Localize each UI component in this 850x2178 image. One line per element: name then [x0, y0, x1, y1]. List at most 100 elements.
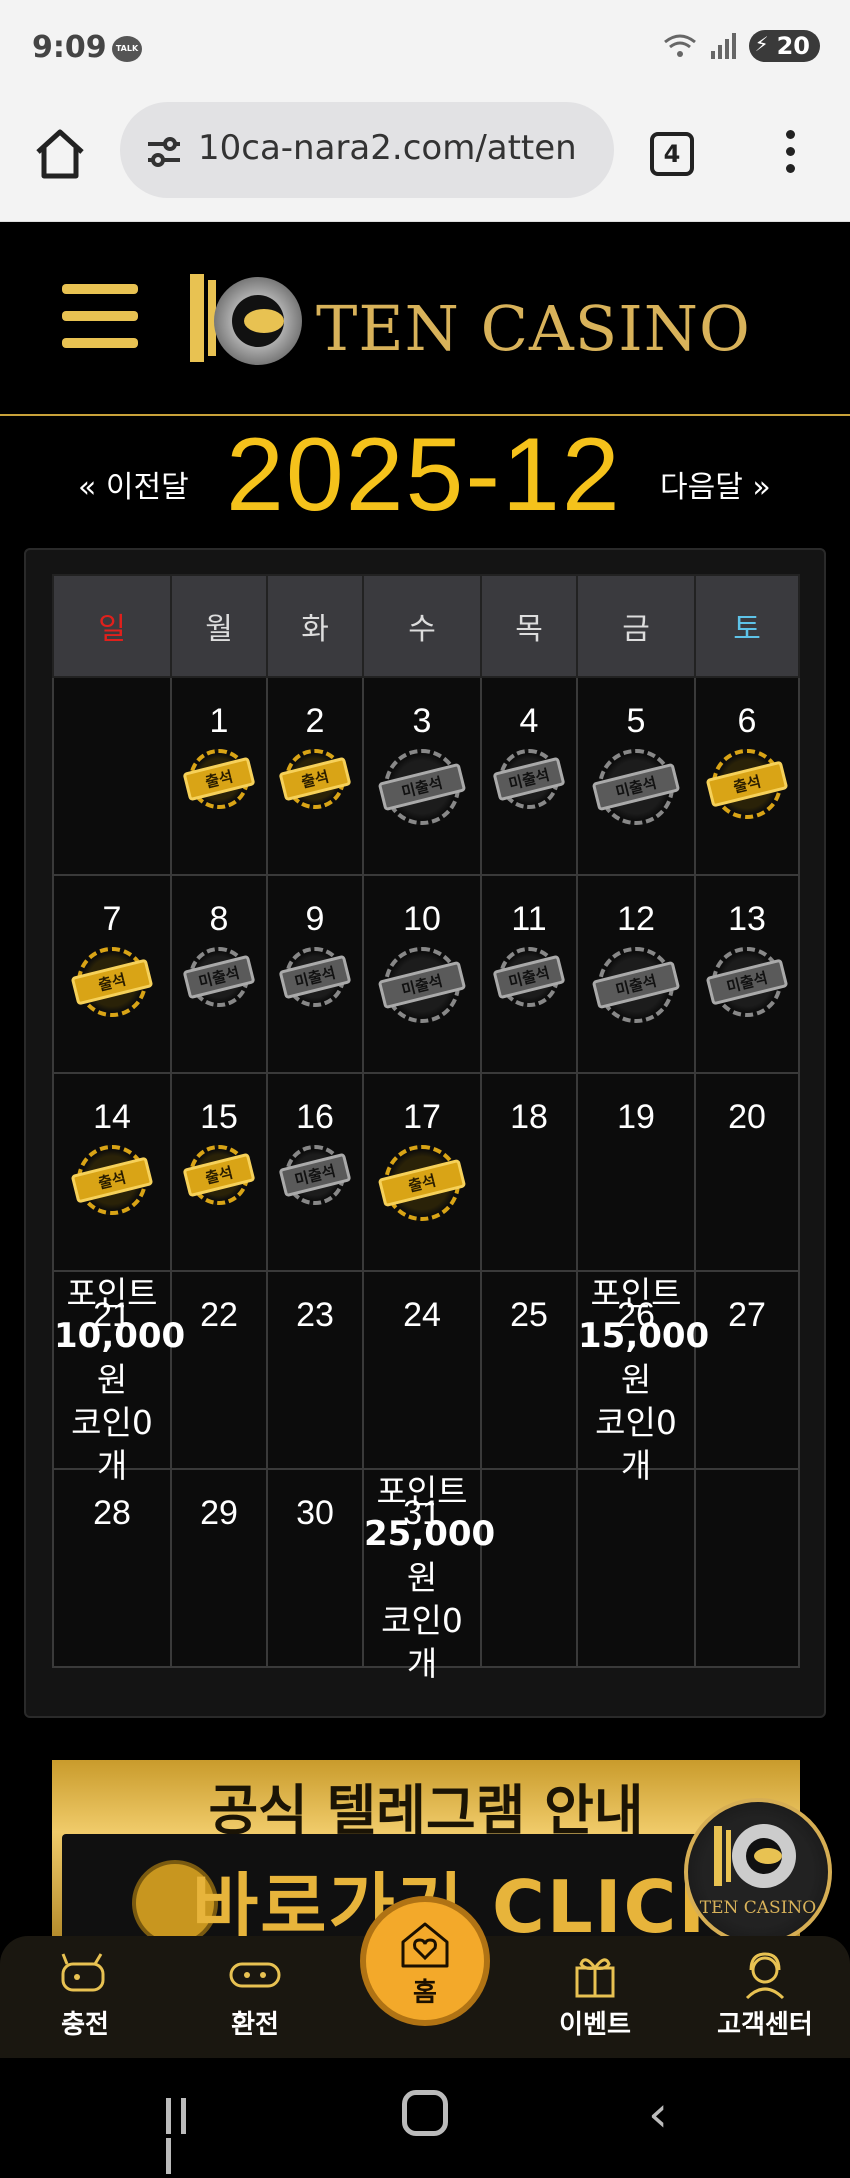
calendar-day-cell[interactable]: 9 미출석	[266, 874, 364, 1074]
stamp-label: 미출석	[492, 954, 566, 1000]
calendar-day-cell[interactable]: 15 출석	[170, 1072, 268, 1272]
exchange-icon	[229, 1962, 281, 1988]
day-number: 30	[296, 1494, 334, 1532]
calendar-week-row: 14 출석 15 출석 16 미출석 17 출석 18 19 20	[52, 1072, 800, 1272]
charge-icon	[61, 1953, 105, 1992]
calendar-day-cell[interactable]: 6 출석	[694, 676, 800, 876]
calendar-day-cell	[52, 676, 172, 876]
stamp-label: 출석	[278, 756, 352, 802]
next-month-link[interactable]: 다음달 »	[660, 462, 771, 506]
nav-exchange-label: 환전	[231, 2010, 279, 2040]
day-number: 27	[728, 1296, 766, 1334]
calendar-day-cell[interactable]: 28	[52, 1468, 172, 1668]
floating-logo-button[interactable]: TEN CASINO	[684, 1798, 832, 1946]
reward-amount: 15,000	[578, 1316, 710, 1356]
site-logo[interactable]: TEN CASINO	[186, 266, 750, 376]
calendar-day-cell	[480, 1468, 578, 1668]
calendar-day-cell[interactable]: 26 포인트 15,000 원 코인0 개	[576, 1270, 710, 1485]
calendar-day-cell[interactable]: 4 미출석	[480, 676, 578, 876]
day-number: 3	[412, 702, 432, 740]
absent-stamp-icon: 미출석	[278, 1145, 352, 1205]
reward-unit: 원	[96, 1360, 128, 1399]
calendar-day-cell[interactable]: 10 미출석	[362, 874, 482, 1074]
attended-stamp-icon: 출석	[70, 947, 154, 1017]
calendar-day-cell[interactable]: 8 미출석	[170, 874, 268, 1074]
calendar-day-cell[interactable]: 17 출석	[362, 1072, 482, 1272]
recent-apps-icon[interactable]	[166, 2098, 208, 2174]
site-header: TEN CASINO	[0, 222, 850, 416]
nav-home-button[interactable]: 홈	[360, 1896, 490, 2026]
home-icon[interactable]	[30, 124, 90, 184]
stamp-label: 출석	[705, 760, 789, 808]
day-number: 7	[102, 900, 122, 938]
more-menu-icon[interactable]	[780, 126, 800, 186]
calendar-day-cell[interactable]: 11 미출석	[480, 874, 578, 1074]
day-number: 23	[296, 1296, 334, 1334]
stamp-label: 미출석	[591, 960, 681, 1010]
nav-support[interactable]: 고객센터	[700, 1936, 830, 2058]
day-number: 17	[403, 1098, 441, 1136]
stamp-label: 출석	[182, 756, 256, 802]
attended-stamp-icon: 출석	[377, 1145, 467, 1221]
stamp-label: 미출석	[377, 960, 467, 1010]
stamp-label: 미출석	[591, 762, 681, 812]
calendar-day-cell[interactable]: 24	[362, 1270, 482, 1470]
day-number: 5	[626, 702, 646, 740]
day-number: 1	[209, 702, 229, 740]
calendar-day-cell[interactable]: 2 출석	[266, 676, 364, 876]
calendar-day-cell[interactable]: 14 출석	[52, 1072, 172, 1272]
calendar-week-row: 28 29 30 31 포인트 25,000 원 코인0 개	[52, 1468, 800, 1683]
site-settings-icon[interactable]	[144, 132, 184, 172]
day-number: 19	[617, 1098, 655, 1136]
calendar-day-cell[interactable]: 7 출석	[52, 874, 172, 1074]
nav-event[interactable]: 이벤트	[530, 1936, 660, 2058]
day-number: 15	[200, 1098, 238, 1136]
calendar-day-cell[interactable]: 12 미출석	[576, 874, 696, 1074]
day-number: 22	[200, 1296, 238, 1334]
battery-indicator: 20	[748, 30, 820, 62]
calendar-day-cell[interactable]: 21 포인트 10,000 원 코인0 개	[52, 1270, 185, 1485]
stamp-label: 미출석	[705, 958, 789, 1006]
calendar-day-cell[interactable]: 20	[694, 1072, 800, 1272]
calendar-day-cell[interactable]: 27	[694, 1270, 800, 1470]
hamburger-menu-icon[interactable]	[62, 284, 138, 348]
calendar-day-cell[interactable]: 30	[266, 1468, 364, 1668]
nav-event-label: 이벤트	[559, 2010, 631, 2040]
system-navigation-bar: ‹	[0, 2058, 850, 2178]
day-number: 6	[737, 702, 757, 740]
weekday-header: 화	[266, 574, 364, 678]
back-icon[interactable]: ‹	[648, 2089, 668, 2139]
system-home-icon[interactable]	[402, 2090, 448, 2136]
calendar-day-cell[interactable]: 25	[480, 1270, 578, 1470]
calendar-day-cell[interactable]: 1 출석	[170, 676, 268, 876]
calendar-day-cell[interactable]: 5 미출석	[576, 676, 696, 876]
absent-stamp-icon: 미출석	[705, 947, 789, 1017]
day-number: 4	[519, 702, 539, 740]
tab-switcher-button[interactable]: 4	[650, 132, 694, 176]
stamp-label: 출석	[70, 1156, 154, 1204]
day-number: 20	[728, 1098, 766, 1136]
calendar-day-cell[interactable]: 3 미출석	[362, 676, 482, 876]
day-number: 13	[728, 900, 766, 938]
nav-exchange[interactable]: 환전	[190, 1936, 320, 2058]
url-text[interactable]: 10ca-nara2.com/atten	[198, 128, 608, 168]
calendar-day-cell[interactable]: 19	[576, 1072, 696, 1272]
calendar-day-cell[interactable]: 22	[170, 1270, 268, 1470]
signal-icon	[710, 33, 736, 59]
calendar-day-cell[interactable]: 16 미출석	[266, 1072, 364, 1272]
prev-month-link[interactable]: « 이전달	[78, 462, 189, 506]
calendar-day-cell[interactable]: 23	[266, 1270, 364, 1470]
calendar-day-cell[interactable]: 31 포인트 25,000 원 코인0 개	[362, 1468, 495, 1683]
reward-coin: 코인0	[381, 1601, 463, 1640]
weekday-header: 수	[362, 574, 482, 678]
calendar-week-row: 1 출석 2 출석 3 미출석 4 미출석 5 미출석 6 출석	[52, 676, 800, 876]
stamp-label: 출석	[70, 958, 154, 1006]
day-number: 14	[93, 1098, 131, 1136]
status-bar: 9:09 TALK 20	[0, 0, 850, 96]
calendar-day-cell[interactable]: 29	[170, 1468, 268, 1668]
nav-charge[interactable]: 충전	[20, 1936, 150, 2058]
calendar-day-cell[interactable]: 13 미출석	[694, 874, 800, 1074]
calendar-day-cell[interactable]: 18	[480, 1072, 578, 1272]
day-number: 29	[200, 1494, 238, 1532]
address-bar[interactable]: 10ca-nara2.com/atten	[120, 102, 614, 198]
